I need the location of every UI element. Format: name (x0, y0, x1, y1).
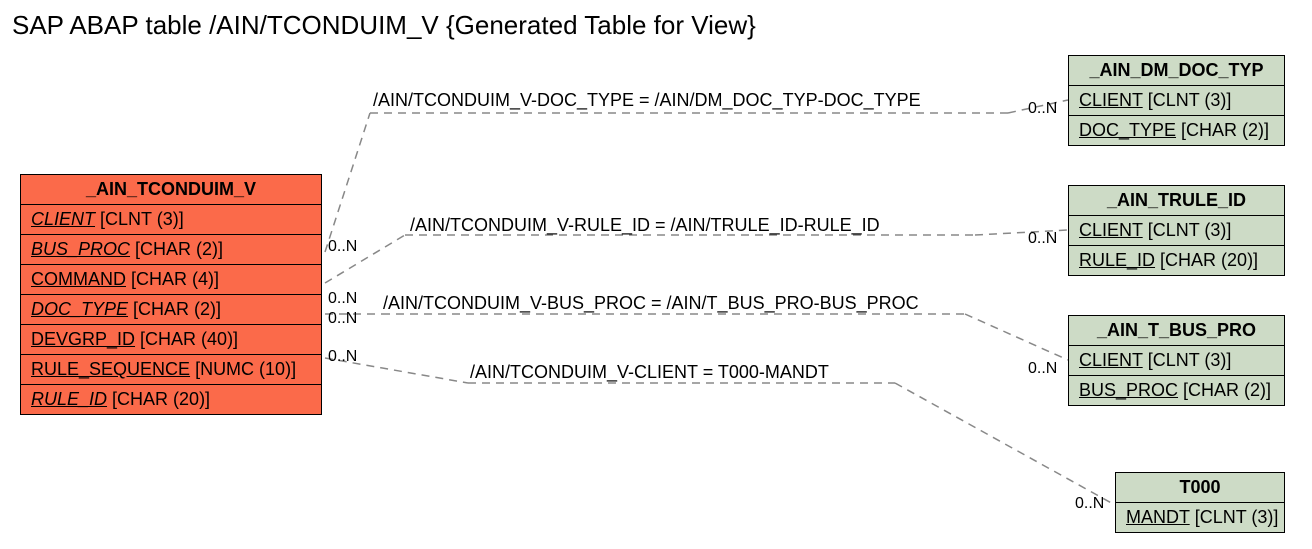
cardinality-right: 0..N (1028, 230, 1057, 248)
entity-title: _AIN_DM_DOC_TYP (1069, 56, 1284, 86)
page-title: SAP ABAP table /AIN/TCONDUIM_V {Generate… (12, 10, 756, 41)
cardinality-left: 0..N (328, 238, 357, 256)
cardinality-left: 0..N (328, 290, 357, 308)
entity-main-title: _AIN_TCONDUIM_V (21, 175, 321, 205)
field-row: CLIENT [CLNT (3)] (1069, 86, 1284, 116)
field-row: CLIENT [CLNT (3)] (21, 205, 321, 235)
entity-trule-id: _AIN_TRULE_ID CLIENT [CLNT (3)] RULE_ID … (1068, 185, 1285, 276)
field-row: MANDT [CLNT (3)] (1116, 503, 1284, 532)
field-row: COMMAND [CHAR (4)] (21, 265, 321, 295)
entity-main: _AIN_TCONDUIM_V CLIENT [CLNT (3)] BUS_PR… (20, 174, 322, 415)
entity-title: _AIN_TRULE_ID (1069, 186, 1284, 216)
field-row: DEVGRP_ID [CHAR (40)] (21, 325, 321, 355)
entity-title: T000 (1116, 473, 1284, 503)
entity-t000: T000 MANDT [CLNT (3)] (1115, 472, 1285, 533)
relation-label-rule-id: /AIN/TCONDUIM_V-RULE_ID = /AIN/TRULE_ID-… (410, 215, 880, 236)
field-row: DOC_TYPE [CHAR (2)] (1069, 116, 1284, 145)
entity-t-bus-pro: _AIN_T_BUS_PRO CLIENT [CLNT (3)] BUS_PRO… (1068, 315, 1285, 406)
entity-dm-doc-typ: _AIN_DM_DOC_TYP CLIENT [CLNT (3)] DOC_TY… (1068, 55, 1285, 146)
field-row: RULE_SEQUENCE [NUMC (10)] (21, 355, 321, 385)
entity-title: _AIN_T_BUS_PRO (1069, 316, 1284, 346)
field-row: DOC_TYPE [CHAR (2)] (21, 295, 321, 325)
cardinality-left: 0..N (328, 310, 357, 328)
field-row: CLIENT [CLNT (3)] (1069, 346, 1284, 376)
cardinality-right: 0..N (1075, 495, 1104, 513)
field-row: BUS_PROC [CHAR (2)] (21, 235, 321, 265)
cardinality-left: 0..N (328, 348, 357, 366)
field-row: CLIENT [CLNT (3)] (1069, 216, 1284, 246)
field-row: RULE_ID [CHAR (20)] (1069, 246, 1284, 275)
cardinality-right: 0..N (1028, 360, 1057, 378)
relation-label-bus-proc: /AIN/TCONDUIM_V-BUS_PROC = /AIN/T_BUS_PR… (383, 293, 919, 314)
cardinality-right: 0..N (1028, 100, 1057, 118)
field-row: BUS_PROC [CHAR (2)] (1069, 376, 1284, 405)
field-row: RULE_ID [CHAR (20)] (21, 385, 321, 414)
relation-label-doc-type: /AIN/TCONDUIM_V-DOC_TYPE = /AIN/DM_DOC_T… (373, 90, 921, 111)
relation-label-client: /AIN/TCONDUIM_V-CLIENT = T000-MANDT (470, 362, 829, 383)
